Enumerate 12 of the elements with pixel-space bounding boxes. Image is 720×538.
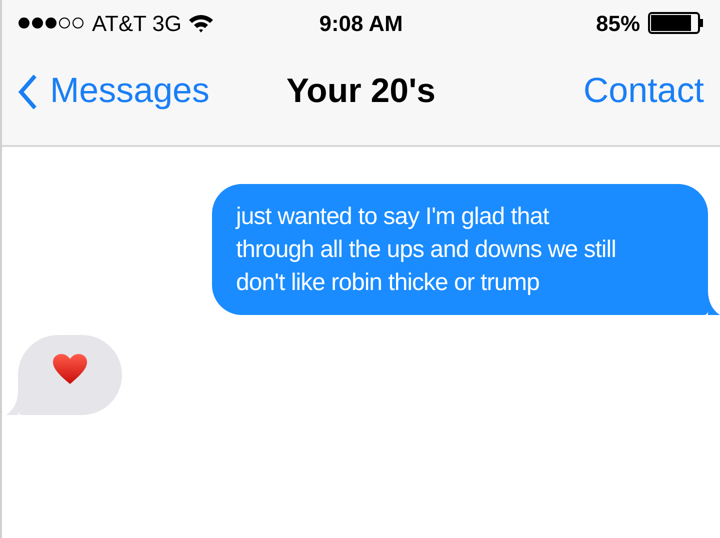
status-time: 9:08 AM (319, 10, 403, 38)
chevron-left-icon (18, 74, 38, 110)
wifi-icon (188, 13, 214, 33)
message-text: just wanted to say I'm glad that through all the ups and downs we still don't like robin thicke or trump (236, 202, 617, 298)
signal-strength-icon (18, 17, 86, 29)
back-button[interactable]: Messages (18, 65, 210, 118)
contact-button[interactable]: Contact (583, 65, 704, 118)
conversation-title: Your 20's (286, 71, 436, 112)
battery-percentage: 85% (596, 10, 640, 38)
carrier-label: AT&T 3G (92, 10, 182, 38)
heart-icon (52, 353, 88, 385)
battery-icon (648, 12, 704, 34)
